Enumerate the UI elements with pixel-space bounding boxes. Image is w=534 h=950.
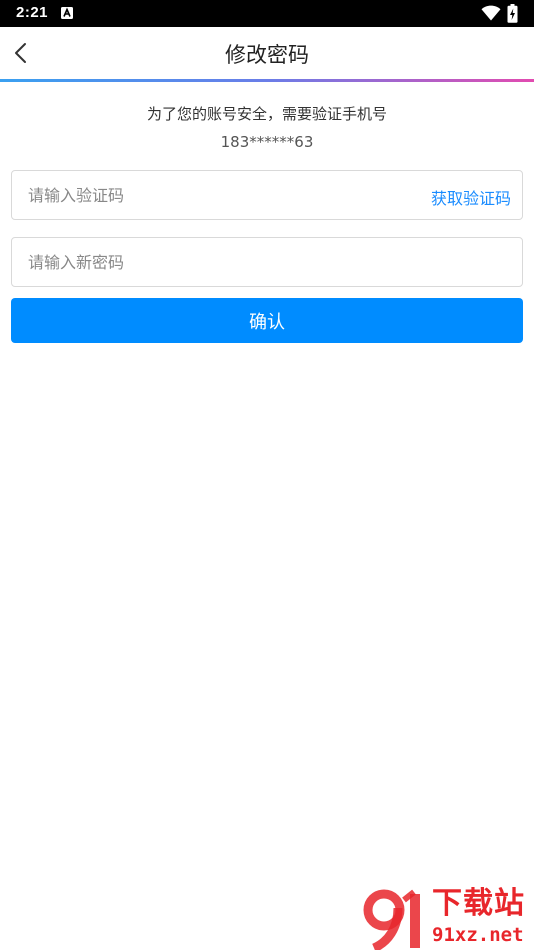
page-title: 修改密码	[225, 43, 309, 67]
header-gradient-divider	[0, 79, 534, 82]
wifi-icon	[481, 5, 501, 21]
status-bar: 2:21	[0, 0, 534, 27]
site-watermark: 下载站 91xz.net	[362, 886, 534, 950]
verification-hint: 为了您的账号安全，需要验证手机号	[146, 105, 387, 123]
get-verification-code-button[interactable]: 获取验证码	[431, 185, 511, 209]
verification-code-field: 获取验证码	[11, 170, 523, 220]
battery-charging-icon	[507, 4, 518, 23]
watermark-logo-icon	[363, 889, 420, 950]
verification-code-input[interactable]	[28, 171, 408, 219]
confirm-button[interactable]: 确认	[11, 298, 523, 343]
masked-phone-number: 183******63	[220, 133, 314, 151]
a-notification-icon	[61, 7, 73, 19]
app-bar: 修改密码	[0, 27, 534, 79]
new-password-field	[11, 237, 523, 287]
watermark-title: 下载站	[432, 886, 525, 921]
status-time: 2:21	[16, 4, 49, 21]
watermark-domain: 91xz.net	[432, 924, 524, 946]
new-password-input[interactable]	[28, 238, 508, 286]
